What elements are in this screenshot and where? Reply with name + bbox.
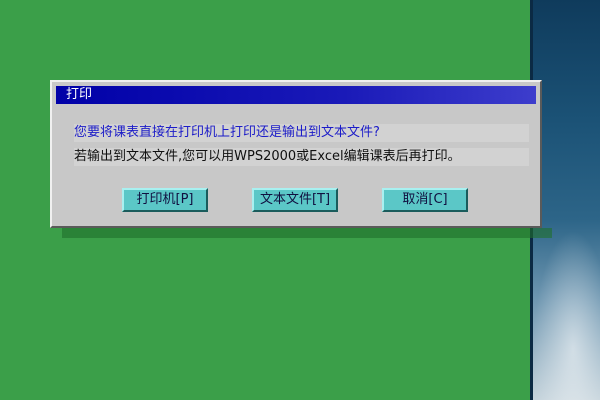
dialog-question: 您要将课表直接在打印机上打印还是输出到文本文件? xyxy=(74,124,529,142)
dialog-shadow xyxy=(62,228,552,238)
text-file-button[interactable]: 文本文件[T] xyxy=(252,188,338,212)
dialog-title-bar[interactable]: 打印 xyxy=(56,86,536,104)
print-dialog: 打印 您要将课表直接在打印机上打印还是输出到文本文件? 若输出到文本文件,您可以… xyxy=(50,80,542,228)
cancel-button[interactable]: 取消[C] xyxy=(382,188,468,212)
printer-button[interactable]: 打印机[P] xyxy=(122,188,208,212)
side-panel-highlight xyxy=(533,230,600,400)
dialog-title: 打印 xyxy=(66,87,93,102)
dialog-hint: 若输出到文本文件,您可以用WPS2000或Excel编辑课表后再打印。 xyxy=(74,148,529,166)
